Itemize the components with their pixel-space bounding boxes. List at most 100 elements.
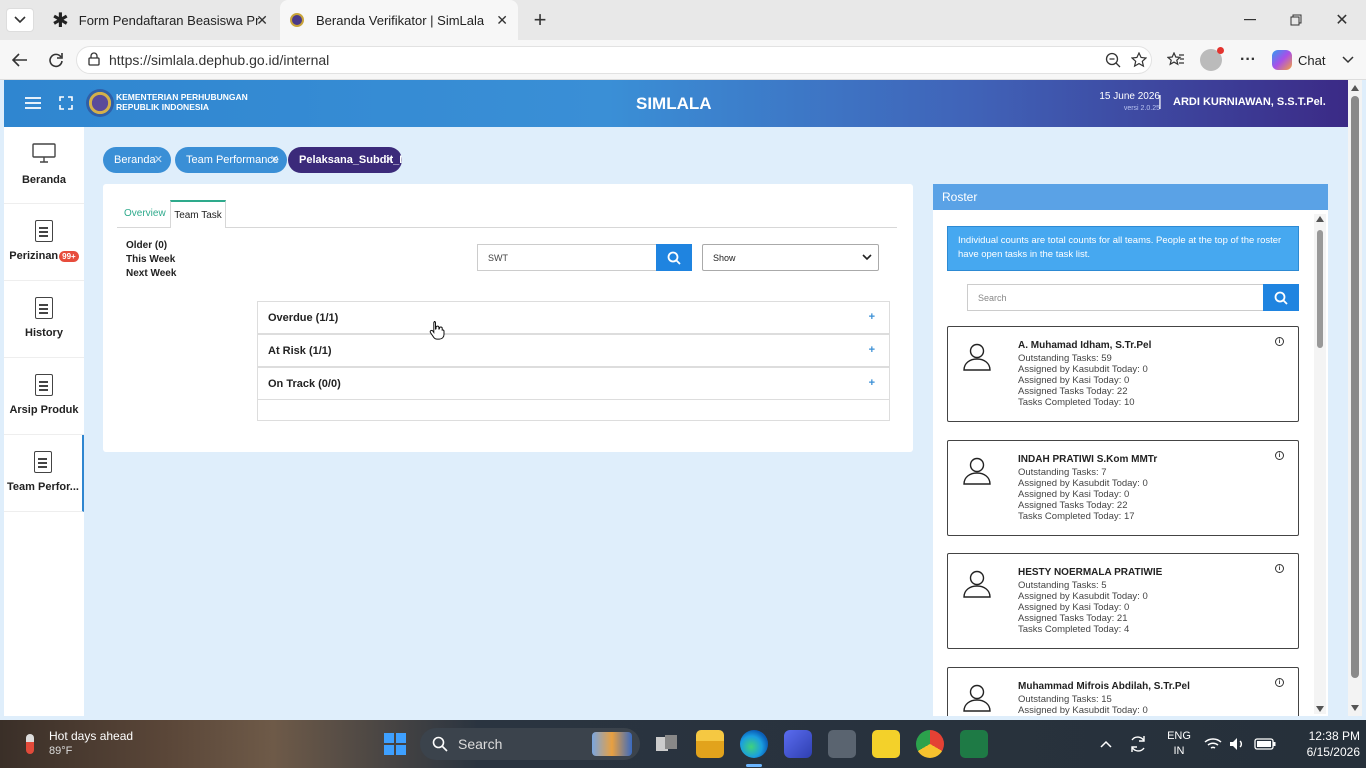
roster-person-card[interactable]: A. Muhamad Idham, S.Tr.Pel Outstanding T… — [947, 326, 1299, 422]
tab-overview[interactable]: Overview — [124, 208, 166, 219]
close-icon[interactable]: ✕ — [270, 153, 279, 166]
tab-list-chevron-icon[interactable] — [6, 8, 34, 32]
info-icon[interactable]: i — [1275, 451, 1284, 460]
info-icon[interactable]: i — [1275, 337, 1284, 346]
volume-icon[interactable] — [1228, 735, 1246, 753]
period-next-week[interactable]: Next Week — [126, 268, 176, 279]
user-avatar-icon — [963, 570, 991, 598]
sidebar-item-arsip-produk[interactable]: Arsip Produk — [4, 358, 84, 435]
roster-scrollbar-thumb[interactable] — [1317, 230, 1323, 348]
expand-plus-icon[interactable]: + — [869, 311, 875, 323]
scroll-up-arrow[interactable] — [1316, 216, 1324, 222]
new-tab-button[interactable]: + — [528, 6, 552, 34]
person-stat: Assigned Tasks Today: 21 — [1018, 613, 1128, 624]
start-button[interactable] — [384, 733, 406, 755]
task-search-input[interactable]: SWT — [477, 244, 657, 271]
expand-plus-icon[interactable]: + — [869, 344, 875, 356]
zoom-icon[interactable] — [1105, 52, 1121, 68]
close-tab-icon[interactable]: ✕ — [496, 12, 508, 29]
close-icon[interactable]: ✕ — [385, 153, 394, 166]
show-hidden-icons-icon[interactable] — [1098, 736, 1114, 752]
weather-temp: 89°F — [49, 745, 73, 757]
sidebar-item-history[interactable]: History — [4, 281, 84, 358]
chrome-browser-icon[interactable] — [916, 730, 944, 758]
expand-plus-icon[interactable]: + — [869, 377, 875, 389]
hamburger-menu-icon[interactable] — [24, 94, 42, 112]
period-this-week[interactable]: This Week — [126, 254, 175, 265]
accordion-at-risk[interactable]: At Risk (1/1) + — [257, 334, 890, 367]
minimize-icon[interactable] — [1236, 10, 1264, 30]
refresh-icon[interactable] — [44, 48, 68, 72]
web-page: KEMENTERIAN PERHUBUNGAN REPUBLIK INDONES… — [4, 80, 1348, 716]
favorites-icon[interactable] — [1164, 48, 1188, 72]
sidebar-item-beranda[interactable]: Beranda — [4, 127, 84, 204]
language-indicator[interactable]: ENG IN — [1164, 729, 1194, 759]
page-scrollbar-thumb[interactable] — [1351, 96, 1359, 678]
page-scrollbar[interactable] — [1348, 80, 1362, 716]
sidebar-item-team-performance[interactable]: Team Perfor... — [4, 435, 84, 512]
task-search-value: SWT — [488, 252, 508, 263]
header-date: 15 June 2026 — [1099, 91, 1160, 102]
sticky-notes-icon[interactable] — [872, 730, 900, 758]
show-select[interactable]: Show — [702, 244, 879, 271]
copilot-chat-button[interactable]: Chat — [1272, 48, 1332, 72]
roster-search-input[interactable]: Search — [967, 284, 1264, 311]
collapse-sidebar-icon[interactable] — [1340, 52, 1356, 68]
sidebar-item-label-wrap: Perizinan 99+ — [9, 250, 79, 262]
monitor-icon — [32, 143, 56, 166]
close-icon[interactable]: ✕ — [154, 153, 163, 166]
ministry-name: KEMENTERIAN PERHUBUNGAN REPUBLIK INDONES… — [116, 92, 248, 112]
weather-title: Hot days ahead — [49, 729, 134, 743]
sidebar-item-perizinan[interactable]: Perizinan 99+ — [4, 204, 84, 281]
restore-icon[interactable] — [1282, 10, 1310, 30]
breadcrumb-team-performance[interactable]: Team Performance ✕ — [175, 147, 287, 173]
scroll-down-arrow[interactable] — [1316, 706, 1324, 712]
site-info-icon[interactable] — [87, 51, 101, 69]
close-tab-icon[interactable]: ✕ — [256, 12, 268, 29]
accordion-overdue[interactable]: Overdue (1/1) + — [257, 301, 890, 334]
period-older[interactable]: Older (0) — [126, 240, 167, 251]
wifi-icon[interactable] — [1204, 735, 1222, 753]
browser-tab-beasiswa[interactable]: ✱ Form Pendaftaran Beasiswa Progra ✕ — [42, 0, 278, 40]
fullscreen-icon[interactable] — [57, 94, 75, 112]
more-options-icon[interactable]: ··· — [1236, 48, 1260, 72]
excel-app-icon[interactable] — [960, 730, 988, 758]
app-version: versi 2.0.25 — [1123, 105, 1160, 112]
breadcrumb-beranda[interactable]: Beranda ✕ — [103, 147, 171, 173]
roster-person-card[interactable]: HESTY NOERMALA PRATIWIE Outstanding Task… — [947, 553, 1299, 649]
roster-search-button[interactable] — [1263, 284, 1299, 311]
accordion-on-track[interactable]: On Track (0/0) + — [257, 367, 890, 400]
ministry-logo — [86, 89, 114, 117]
browser-tab-bar: ✱ Form Pendaftaran Beasiswa Progra ✕ Ber… — [0, 0, 1366, 40]
task-search-button[interactable] — [656, 244, 692, 271]
info-icon[interactable]: i — [1275, 678, 1284, 687]
roster-person-card[interactable]: Muhammad Mifrois Abdilah, S.Tr.Pel Outst… — [947, 667, 1299, 716]
roster-person-card[interactable]: INDAH PRATIWI S.Kom MMTr Outstanding Tas… — [947, 440, 1299, 536]
back-icon[interactable] — [8, 48, 32, 72]
document-icon — [35, 297, 53, 319]
clock[interactable]: 12:38 PM 6/15/2026 — [1288, 728, 1360, 760]
weather-widget[interactable]: Hot days ahead 89°F — [18, 726, 168, 762]
current-user[interactable]: ARDI KURNIAWAN, S.S.T.Pel. — [1173, 96, 1326, 108]
info-icon[interactable]: i — [1275, 564, 1284, 573]
sync-icon[interactable] — [1128, 734, 1148, 754]
scroll-up-arrow[interactable] — [1351, 85, 1359, 91]
roster-scrollbar[interactable] — [1314, 214, 1326, 714]
url-field[interactable]: https://simlala.dephub.go.id/internal — [76, 46, 1152, 74]
task-view-icon[interactable] — [652, 730, 680, 758]
close-window-icon[interactable]: ✕ — [1328, 10, 1356, 30]
profile-avatar[interactable] — [1200, 47, 1224, 71]
copilot-app-icon[interactable] — [784, 730, 812, 758]
edge-browser-icon[interactable] — [740, 730, 768, 758]
taskbar-search[interactable]: Search — [420, 728, 640, 760]
person-stat: Assigned by Kasubdit Today: 0 — [1018, 364, 1148, 375]
battery-icon[interactable] — [1254, 735, 1276, 753]
camera-app-icon[interactable] — [828, 730, 856, 758]
breadcrumb-pelaksana[interactable]: Pelaksana_Subdit_I ✕ — [288, 147, 402, 173]
active-app-indicator — [746, 764, 762, 767]
browser-tab-simlala[interactable]: Beranda Verifikator | SimLala ✕ — [280, 0, 518, 40]
tab-team-task[interactable]: Team Task — [170, 200, 226, 228]
file-explorer-icon[interactable] — [696, 730, 724, 758]
scroll-down-arrow[interactable] — [1351, 705, 1359, 711]
favorite-star-icon[interactable] — [1131, 52, 1147, 68]
